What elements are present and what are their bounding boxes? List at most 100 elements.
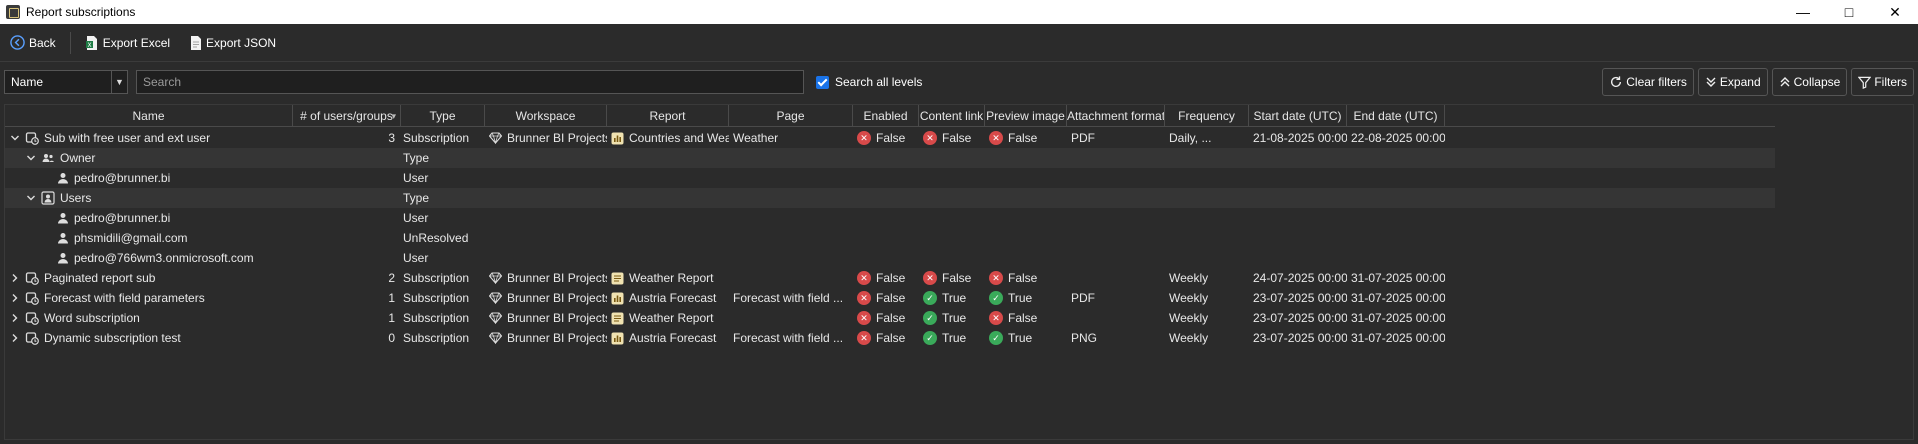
cell-content-link: ✕ False [919,128,985,148]
cell-report [607,248,729,268]
cell-frequency [1165,148,1249,168]
chevron-down-icon[interactable] [25,193,37,203]
cell-text: False [876,311,906,325]
group-row[interactable]: Users Type [5,188,1775,208]
expand-button[interactable]: Expand [1697,68,1768,96]
group-row[interactable]: Owner Type [5,148,1775,168]
subscription-row[interactable]: Forecast with field parameters 1 Subscript… [5,288,1775,308]
collapse-label: Collapse [1793,75,1841,89]
cell-text: Type [403,151,430,165]
chevron-right-icon[interactable] [9,313,21,323]
cell-text: 2 [388,271,395,285]
cell-text: 31-07-2025 00:00:00 [1351,271,1445,285]
cell-text: User [403,211,429,225]
cell-text: PNG [1071,331,1098,345]
column-header-type[interactable]: Type [401,105,485,127]
check-icon: ✓ [923,331,937,345]
chevron-down-icon[interactable] [9,133,21,143]
cell-workspace: Brunner BI Projects [485,288,607,308]
cell-text: 24-07-2025 00:00:00 [1253,271,1347,285]
cell-attachment: PNG [1067,328,1165,348]
cell-text: Brunner BI Projects [507,291,607,305]
column-header-content-link[interactable]: Content link [919,105,985,127]
column-header-attachment[interactable]: Attachment format [1067,105,1165,127]
maximize-button[interactable]: □ [1826,0,1872,24]
user-row[interactable]: phsmidili@gmail.com UnResolved [5,228,1775,248]
cell-type: Subscription [401,288,485,308]
cell-name: Dynamic subscription test [5,328,293,348]
column-header-name[interactable]: Name [5,105,293,127]
cell-count [293,148,401,168]
cross-icon: ✕ [857,311,871,325]
excel-file-icon: X [85,35,99,51]
user-row[interactable]: pedro@brunner.bi User [5,208,1775,228]
report-chart-icon [611,132,624,145]
chevron-right-icon[interactable] [9,273,21,283]
cell-text: False [942,271,972,285]
report-chart-icon [611,292,624,305]
subscription-row[interactable]: Paginated report sub 2 Subscription Brunner… [5,268,1775,288]
cell-page: Forecast with field ... [729,328,853,348]
cell-page [729,208,853,228]
chevron-right-icon[interactable] [9,333,21,343]
cell-content-link: ✓ True [919,288,985,308]
column-header-workspace[interactable]: Workspace [485,105,607,127]
cell-preview-image [985,248,1067,268]
cell-text: Type [403,191,430,205]
cell-text: 31-07-2025 00:00:00 [1351,311,1445,325]
cell-page: Weather [729,128,853,148]
cross-icon: ✕ [989,131,1003,145]
collapse-chevrons-icon [1779,76,1791,88]
user-row[interactable]: pedro@766wm3.onmicrosoft.com User [5,248,1775,268]
column-header-report[interactable]: Report [607,105,729,127]
cell-attachment: PDF [1067,288,1165,308]
subscription-icon [25,131,39,145]
column-header-count[interactable]: # of users/groups ▾ [293,105,401,127]
chevron-down-icon[interactable] [25,153,37,163]
cell-start: 23-07-2025 00:00:00 [1249,308,1347,328]
chevron-down-icon[interactable]: ▼ [111,71,127,93]
subscription-row[interactable]: Dynamic subscription test 0 Subscription Br… [5,328,1775,348]
user-row[interactable]: pedro@brunner.bi User [5,168,1775,188]
export-excel-button[interactable]: X Export Excel [79,30,176,56]
subscription-row[interactable]: Sub with free user and ext user 3 Subscrip… [5,128,1775,148]
cell-preview-image: ✕ False [985,128,1067,148]
search-all-levels-checkbox[interactable] [816,75,829,89]
collapse-button[interactable]: Collapse [1771,68,1848,96]
export-json-button[interactable]: Export JSON [184,30,282,56]
cell-type: Subscription [401,268,485,288]
column-header-start[interactable]: Start date (UTC) [1249,105,1347,127]
column-header-preview-image[interactable]: Preview image [985,105,1067,127]
search-input[interactable]: Search [136,70,804,94]
cross-icon: ✕ [989,271,1003,285]
cell-content-link [919,188,985,208]
filters-button[interactable]: Filters [1851,68,1914,96]
back-button[interactable]: Back [4,30,62,56]
search-field-select[interactable]: Name ▼ [4,70,128,94]
cell-end: 31-07-2025 00:00:00 [1347,308,1445,328]
cell-start [1249,168,1347,188]
subscription-row[interactable]: Word subscription 1 Subscription Brunner BI… [5,308,1775,328]
cell-count: 3 [293,128,401,148]
window-controls: — □ ✕ [1780,0,1918,24]
cell-content-link [919,148,985,168]
cell-name: Sub with free user and ext user [5,128,293,148]
grid-header: Name # of users/groups ▾ Type Workspace Repor… [5,105,1775,127]
cell-content-link [919,228,985,248]
cell-enabled [853,248,919,268]
column-header-end[interactable]: End date (UTC) [1347,105,1445,127]
minimize-button[interactable]: — [1780,0,1826,24]
clear-filters-button[interactable]: Clear filters [1602,68,1694,96]
cell-text: Dynamic subscription test [44,331,181,345]
column-header-frequency[interactable]: Frequency [1165,105,1249,127]
cell-text: Brunner BI Projects [507,131,607,145]
column-header-page[interactable]: Page [729,105,853,127]
search-all-levels-toggle[interactable]: Search all levels [816,75,922,89]
cell-workspace [485,228,607,248]
cross-icon: ✕ [857,291,871,305]
close-button[interactable]: ✕ [1872,0,1918,24]
chevron-right-icon[interactable] [9,293,21,303]
column-header-enabled[interactable]: Enabled [853,105,919,127]
report-paginated-icon [611,312,624,325]
cell-report: Austria Forecast [607,328,729,348]
